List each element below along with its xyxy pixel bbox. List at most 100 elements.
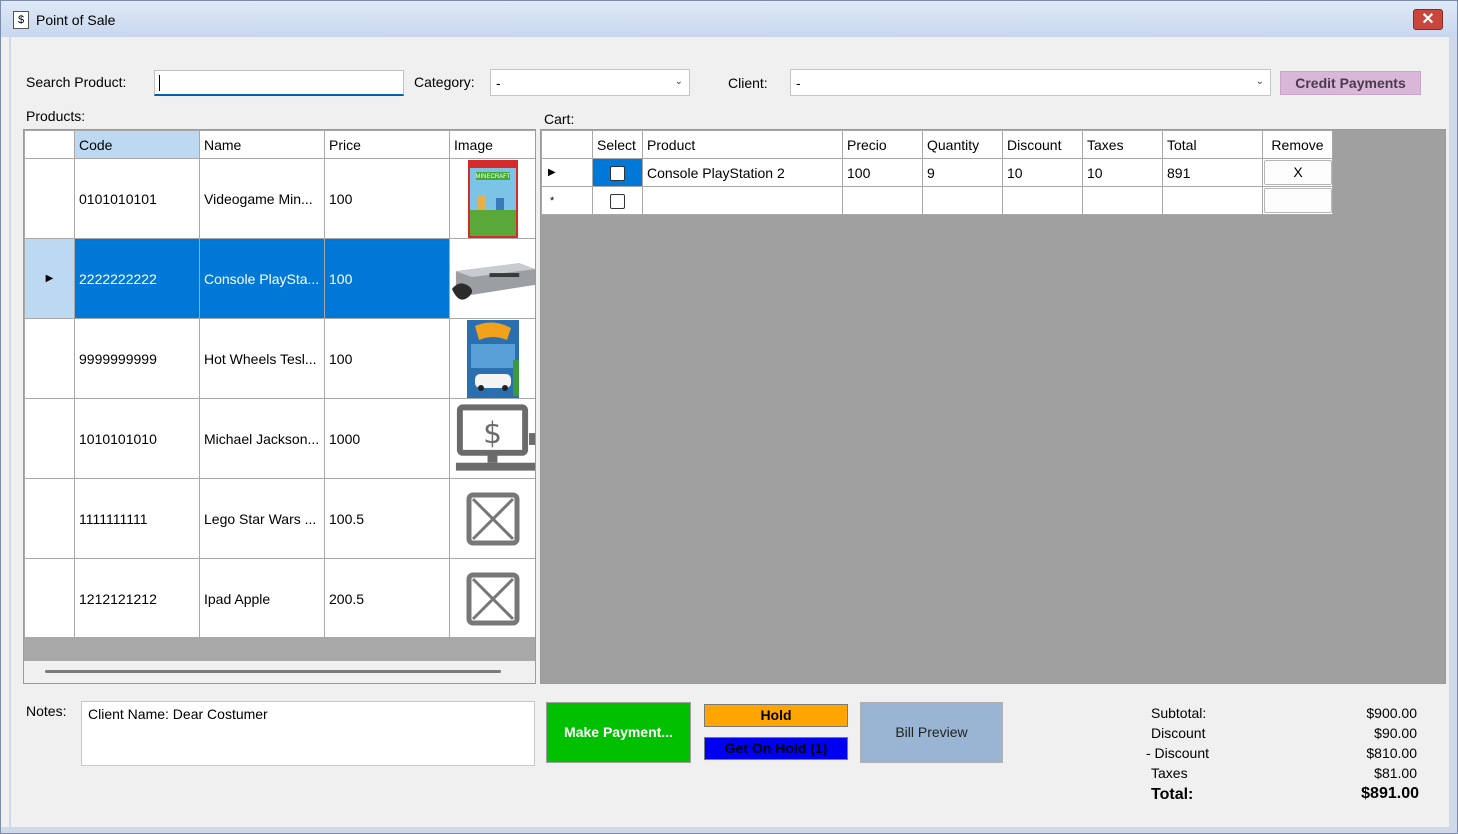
product-image-cell: MINECRAFT xyxy=(449,158,535,239)
column-header-remove[interactable]: Remove xyxy=(1262,130,1333,159)
cart-table: Select Product Precio Quantity Discount … xyxy=(541,130,1333,215)
bill-preview-button[interactable]: Bill Preview xyxy=(860,702,1003,763)
hotwheels-box-image xyxy=(451,319,535,398)
cart-precio[interactable] xyxy=(842,186,923,215)
cart-label: Cart: xyxy=(544,111,575,127)
column-header-code[interactable]: Code xyxy=(74,130,200,159)
cart-total[interactable]: 891 xyxy=(1162,158,1263,187)
product-name: Lego Star Wars ... xyxy=(199,478,325,559)
remove-cell xyxy=(1262,186,1333,215)
column-header-taxes[interactable]: Taxes xyxy=(1082,130,1163,159)
credit-payments-button[interactable]: Credit Payments xyxy=(1280,71,1421,95)
cart-discount[interactable] xyxy=(1002,186,1083,215)
column-header-name[interactable]: Name xyxy=(199,130,325,159)
table-row[interactable]: 9999999999 Hot Wheels Tesl... 100 xyxy=(24,318,535,399)
svg-text:MINECRAFT: MINECRAFT xyxy=(475,174,510,180)
product-name: Console PlaySta... xyxy=(199,238,325,319)
notes-label: Notes: xyxy=(26,703,67,719)
select-checkbox[interactable] xyxy=(610,193,625,209)
product-code: 1212121212 xyxy=(74,558,200,639)
row-header[interactable] xyxy=(24,398,75,479)
category-dropdown[interactable]: - ⌄ xyxy=(490,69,690,96)
table-row[interactable]: 1212121212 Ipad Apple 200.5 xyxy=(24,558,535,639)
cart-new-row[interactable]: * xyxy=(541,186,1333,215)
svg-text:$: $ xyxy=(483,414,502,449)
dollar-document-icon: $ xyxy=(13,11,29,29)
column-header-product[interactable]: Product xyxy=(642,130,843,159)
row-header[interactable] xyxy=(24,318,75,399)
column-header-price[interactable]: Price xyxy=(324,130,450,159)
column-header-quantity[interactable]: Quantity xyxy=(922,130,1003,159)
row-header[interactable]: ▶ xyxy=(24,238,75,319)
current-row-arrow-icon: ▶ xyxy=(548,167,556,178)
product-name: Hot Wheels Tesl... xyxy=(199,318,325,399)
minecraft-box-image: MINECRAFT xyxy=(451,159,535,238)
remove-cell: X xyxy=(1262,158,1333,187)
minus-discount-label: - Discount xyxy=(1146,745,1210,761)
ps2-console-image xyxy=(450,239,535,318)
cart-row[interactable]: ▶ Console PlayStation 2 100 9 10 10 891 … xyxy=(541,158,1333,187)
no-image-icon xyxy=(451,480,535,558)
select-cell[interactable] xyxy=(592,186,643,215)
row-header[interactable]: ▶ xyxy=(541,158,593,187)
chevron-down-icon: ⌄ xyxy=(1255,76,1264,87)
product-code: 2222222222 xyxy=(74,238,200,319)
horizontal-scrollbar[interactable] xyxy=(24,661,535,683)
cart-quantity[interactable]: 9 xyxy=(922,158,1003,187)
grid-empty-area xyxy=(24,637,535,683)
taxes-label: Taxes xyxy=(1151,765,1188,781)
product-image-cell xyxy=(449,318,535,399)
select-checkbox[interactable] xyxy=(610,165,625,181)
subtotal-value: $900.00 xyxy=(1366,705,1417,721)
cart-total[interactable] xyxy=(1162,186,1263,215)
table-row[interactable]: 1010101010 Michael Jackson... 1000 $ xyxy=(24,398,535,479)
table-row[interactable]: 0101010101 Videogame Min... 100 MINECRAF… xyxy=(24,158,535,239)
hold-button[interactable]: Hold xyxy=(704,704,848,727)
table-row[interactable]: 1111111111 Lego Star Wars ... 100.5 xyxy=(24,478,535,559)
column-header-select[interactable]: Select xyxy=(592,130,643,159)
total-label: Total: xyxy=(1151,786,1194,803)
window-frame-right xyxy=(1449,37,1457,827)
row-header[interactable]: * xyxy=(541,186,593,215)
close-button[interactable]: ✕ xyxy=(1413,9,1443,30)
cart-precio[interactable]: 100 xyxy=(842,158,923,187)
table-row-selected[interactable]: ▶ 2222222222 Console PlaySta... 100 xyxy=(24,238,535,319)
product-code: 0101010101 xyxy=(74,158,200,239)
column-header-precio[interactable]: Precio xyxy=(842,130,923,159)
search-input[interactable] xyxy=(154,70,404,96)
column-header-image[interactable]: Image xyxy=(449,130,535,159)
products-grid[interactable]: Code Name Price Image 0101010101 Videoga… xyxy=(23,129,536,684)
cart-taxes[interactable] xyxy=(1082,186,1163,215)
row-header[interactable] xyxy=(24,558,75,639)
cart-product[interactable]: Console PlayStation 2 xyxy=(642,158,843,187)
no-image-icon xyxy=(451,560,535,638)
product-name: Videogame Min... xyxy=(199,158,325,239)
notes-textarea[interactable]: Client Name: Dear Costumer xyxy=(81,701,535,766)
make-payment-button[interactable]: Make Payment... xyxy=(546,702,691,763)
category-value: - xyxy=(496,75,501,91)
product-price: 200.5 xyxy=(324,558,450,639)
remove-item-button[interactable]: X xyxy=(1264,160,1332,185)
column-header-total[interactable]: Total xyxy=(1162,130,1263,159)
row-header[interactable] xyxy=(24,158,75,239)
product-code: 1111111111 xyxy=(74,478,200,559)
row-header[interactable] xyxy=(24,478,75,559)
cart-quantity[interactable] xyxy=(922,186,1003,215)
client-dropdown[interactable]: - ⌄ xyxy=(790,69,1271,96)
cart-product[interactable] xyxy=(642,186,843,215)
cart-taxes[interactable]: 10 xyxy=(1082,158,1163,187)
pos-window: $ Point of Sale ✕ Search Product: Catego… xyxy=(0,0,1458,834)
cart-discount[interactable]: 10 xyxy=(1002,158,1083,187)
text-caret xyxy=(159,75,160,91)
discount-value: $90.00 xyxy=(1374,725,1417,741)
remove-item-button[interactable] xyxy=(1264,188,1332,213)
cart-grid[interactable]: Select Product Precio Quantity Discount … xyxy=(540,129,1446,684)
products-label: Products: xyxy=(26,108,86,124)
window-frame-bottom xyxy=(1,827,1457,833)
get-on-hold-button[interactable]: Get On Hold (1) xyxy=(704,737,848,760)
column-header-discount[interactable]: Discount xyxy=(1002,130,1083,159)
scrollbar-thumb[interactable] xyxy=(45,670,501,673)
client-label: Client: xyxy=(728,75,768,91)
select-cell[interactable] xyxy=(592,158,643,187)
category-label: Category: xyxy=(414,74,475,90)
